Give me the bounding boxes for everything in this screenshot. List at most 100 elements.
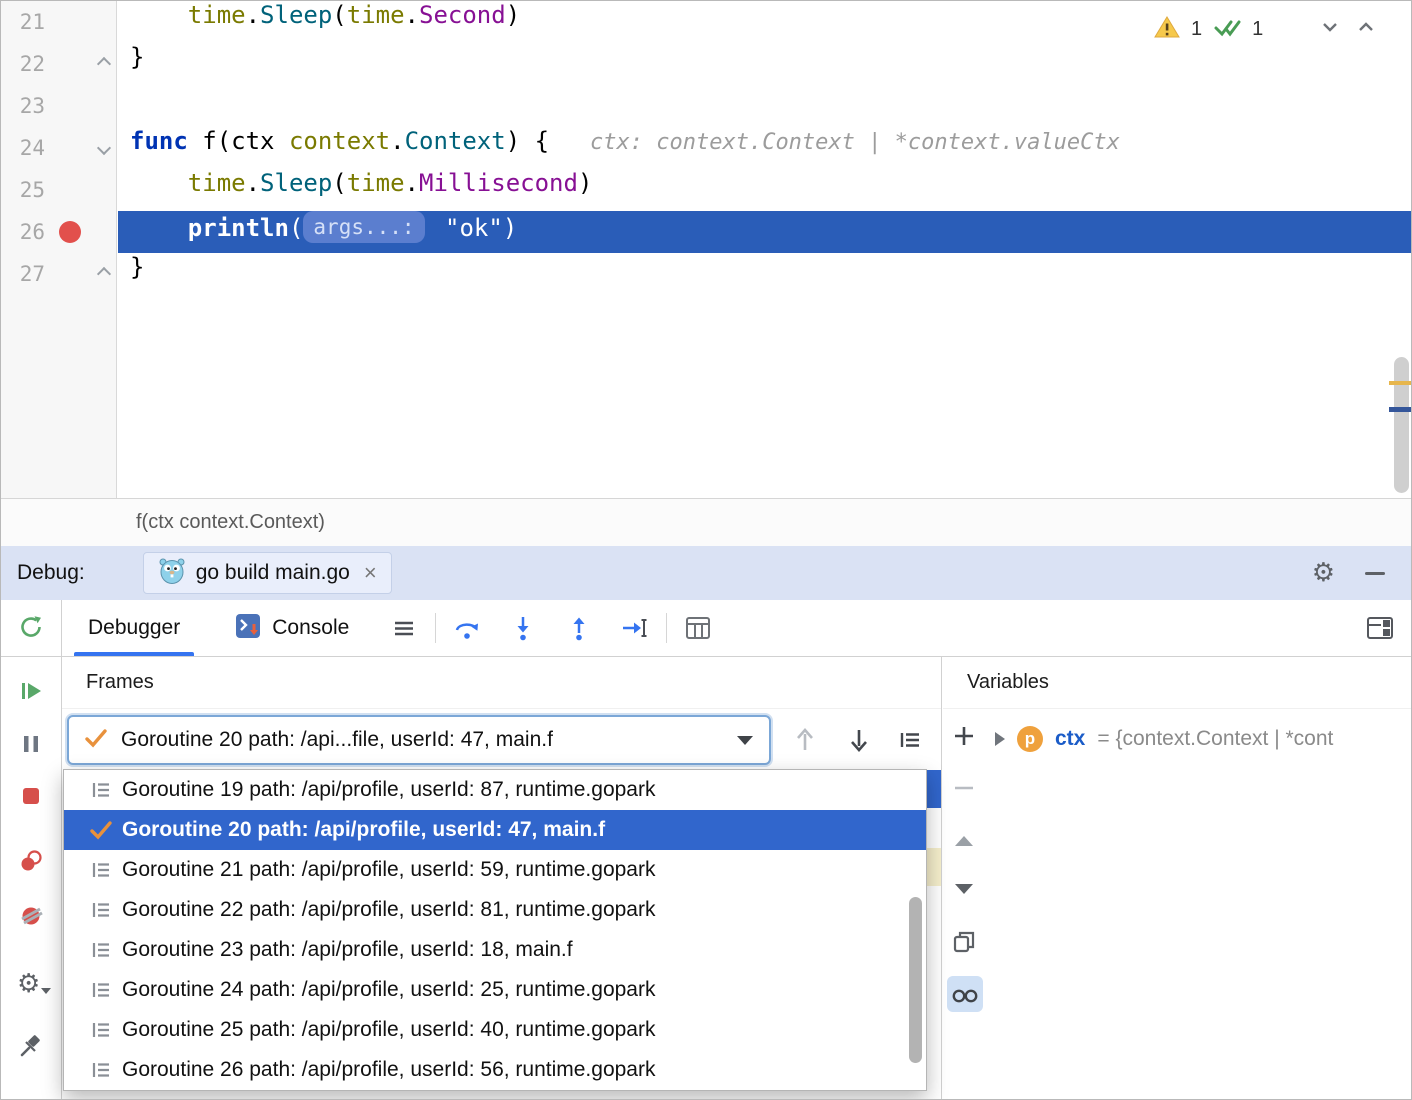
goroutine-item[interactable]: Goroutine 25 path: /api/profile, userId:… — [64, 1010, 926, 1050]
editor-gutter[interactable]: 21 22 2324 25 26 27 — [1, 1, 117, 498]
expand-chevron-icon[interactable] — [995, 732, 1005, 746]
gutter-line[interactable]: 21 — [1, 1, 116, 43]
remove-watch-icon[interactable] — [951, 775, 977, 801]
fold-marker-icon[interactable] — [97, 57, 111, 71]
breadcrumb[interactable]: f(ctx context.Context) — [1, 498, 1411, 546]
code-token — [130, 214, 188, 242]
chevron-down-icon — [737, 736, 753, 745]
frames-panel-header: Frames — [62, 657, 941, 709]
view-breakpoints-icon[interactable] — [17, 847, 45, 875]
line-number: 26 — [1, 220, 45, 244]
fold-marker-icon[interactable] — [97, 267, 111, 281]
hide-frames-icon[interactable] — [895, 723, 925, 757]
variable-row-ctx[interactable]: p ctx = {context.Context | *cont — [995, 717, 1333, 761]
layout-settings-icon[interactable] — [1365, 613, 1395, 643]
previous-frame-icon[interactable] — [790, 723, 820, 757]
debugger-settings-icon[interactable]: ⚙ — [17, 969, 45, 997]
tab-console[interactable]: Console — [220, 600, 363, 656]
gopher-icon — [158, 557, 186, 590]
stop-icon[interactable] — [17, 782, 45, 810]
code-line[interactable] — [118, 85, 1411, 127]
evaluate-table-icon[interactable] — [683, 613, 713, 643]
more-options-icon[interactable] — [389, 613, 419, 643]
close-icon[interactable]: × — [364, 560, 377, 586]
editor-scrollbar[interactable] — [1394, 357, 1409, 493]
goroutine-label: Goroutine 20 path: /api/profile, userId:… — [122, 818, 605, 842]
code-token: ( — [332, 1, 346, 29]
code-token: time — [188, 1, 246, 29]
divider — [1, 656, 61, 657]
chevron-down-icon[interactable] — [1317, 14, 1343, 45]
code-line[interactable]: time.Sleep(time.Millisecond) — [118, 169, 1411, 211]
line-number: 25 — [1, 178, 45, 202]
code-token: Second — [419, 1, 506, 29]
duplicate-watch-icon[interactable] — [951, 929, 977, 955]
goroutine-label: Goroutine 22 path: /api/profile, userId:… — [122, 898, 655, 922]
debug-left-toolbar: ⚙ — [1, 600, 62, 1099]
step-over-icon[interactable] — [452, 613, 482, 643]
goroutine-item[interactable]: Goroutine 23 path: /api/profile, userId:… — [64, 930, 926, 970]
next-frame-icon[interactable] — [844, 723, 874, 757]
breakpoint-icon[interactable] — [59, 221, 81, 243]
goroutine-item[interactable]: Goroutine 24 path: /api/profile, userId:… — [64, 970, 926, 1010]
gutter-line[interactable]: 25 — [1, 169, 116, 211]
current-frame-check-icon — [83, 725, 109, 756]
goroutine-item[interactable]: Goroutine 20 path: /api/profile, userId:… — [64, 810, 926, 850]
resume-icon[interactable] — [17, 677, 45, 705]
pin-icon[interactable] — [17, 1032, 45, 1060]
debug-session-tab[interactable]: go build main.go × — [143, 552, 392, 594]
move-up-icon[interactable] — [951, 828, 977, 854]
goroutine-item[interactable]: Goroutine 22 path: /api/profile, userId:… — [64, 890, 926, 930]
goroutine-item[interactable]: Goroutine 19 path: /api/profile, userId:… — [64, 770, 926, 810]
gutter-line[interactable]: 26 — [1, 211, 116, 253]
inlay-hint-chip: args...: — [303, 211, 424, 243]
warning-stripe-mark[interactable] — [1389, 381, 1411, 385]
goroutine-combobox[interactable]: Goroutine 20 path: /api...file, userId: … — [67, 715, 771, 765]
debug-window-title: Debug: — [17, 561, 85, 585]
rerun-icon[interactable] — [17, 613, 45, 641]
frames-stack-icon — [86, 857, 116, 883]
line-number: 22 — [1, 52, 45, 76]
inspections-widget[interactable]: 1 1 — [1153, 13, 1379, 46]
gutter-line[interactable]: 23 — [1, 85, 116, 127]
code-token: ) — [503, 214, 517, 242]
code-line[interactable]: } — [118, 253, 1411, 295]
code-token: ( — [289, 214, 303, 242]
pause-icon[interactable] — [17, 730, 45, 758]
move-down-icon[interactable] — [951, 876, 977, 902]
code-token: . — [390, 127, 404, 155]
frames-stack-icon — [86, 937, 116, 963]
code-token: Context — [405, 127, 506, 155]
chevron-up-icon[interactable] — [1353, 14, 1379, 45]
code-token: . — [405, 169, 419, 197]
code-token: ) — [578, 169, 592, 197]
goroutine-item[interactable]: Goroutine 26 path: /api/profile, userId:… — [64, 1050, 926, 1090]
show-watches-toggle[interactable] — [947, 976, 983, 1012]
step-out-icon[interactable] — [564, 613, 594, 643]
breadcrumb-item[interactable]: f(ctx context.Context) — [136, 511, 325, 534]
gutter-line[interactable]: 24 — [1, 127, 116, 169]
editor-code[interactable]: time.Sleep(time.Second)}func f(ctx conte… — [118, 1, 1411, 498]
fold-marker-icon[interactable] — [97, 141, 111, 155]
run-to-cursor-icon[interactable] — [620, 613, 650, 643]
dropdown-scrollbar[interactable] — [909, 897, 922, 1063]
tab-debugger[interactable]: Debugger — [74, 600, 194, 656]
code-line[interactable]: } — [118, 43, 1411, 85]
add-watch-icon[interactable] — [951, 723, 977, 749]
code-token: "ok" — [431, 214, 503, 242]
frames-stack-icon — [86, 1057, 116, 1083]
code-token: . — [405, 1, 419, 29]
code-line[interactable]: println(args...: "ok") — [118, 211, 1411, 253]
step-into-icon[interactable] — [508, 613, 538, 643]
gutter-line[interactable]: 22 — [1, 43, 116, 85]
passed-count: 1 — [1252, 18, 1263, 41]
divider — [666, 613, 667, 643]
execution-stripe-mark[interactable] — [1389, 407, 1411, 412]
settings-gear-icon[interactable]: ⚙ — [1312, 560, 1335, 586]
code-editor: 21222324252627 time.Sleep(time.Second)}f… — [1, 1, 1411, 498]
minimize-icon[interactable] — [1365, 572, 1385, 575]
goroutine-item[interactable]: Goroutine 21 path: /api/profile, userId:… — [64, 850, 926, 890]
mute-breakpoints-icon[interactable] — [17, 902, 45, 930]
gutter-line[interactable]: 27 — [1, 253, 116, 295]
code-line[interactable]: func f(ctx context.Context) { ctx: conte… — [118, 127, 1411, 169]
